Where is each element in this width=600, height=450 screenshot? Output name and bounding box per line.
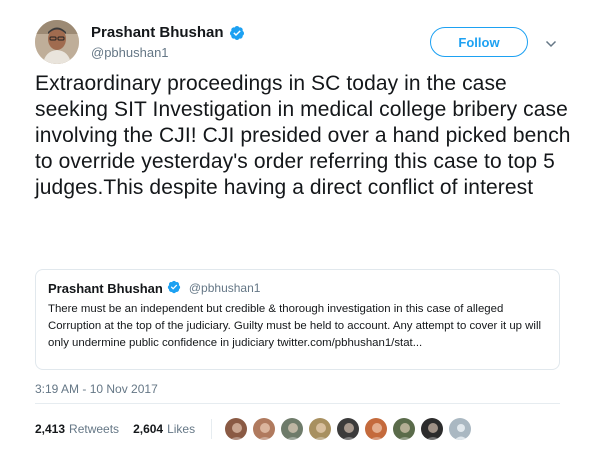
likes-label: Likes bbox=[167, 422, 196, 436]
likes-count: 2,604 bbox=[133, 422, 164, 436]
chevron-down-icon[interactable] bbox=[545, 37, 557, 49]
liker-avatar[interactable] bbox=[224, 417, 249, 441]
avatar[interactable] bbox=[35, 20, 79, 64]
retweets-count: 2,413 bbox=[35, 422, 66, 436]
retweets-stat[interactable]: 2,413 Retweets bbox=[35, 422, 119, 436]
likers-avatars bbox=[224, 417, 473, 441]
liker-avatar[interactable] bbox=[364, 417, 389, 441]
liker-avatar[interactable] bbox=[448, 417, 473, 441]
quoted-tweet[interactable]: Prashant Bhushan @pbhushan1 There must b… bbox=[35, 269, 560, 370]
tweet-card: Prashant Bhushan @pbhushan1 Follow Extra… bbox=[0, 0, 600, 450]
avatar-image bbox=[35, 20, 79, 64]
follow-button[interactable]: Follow bbox=[430, 27, 528, 57]
quoted-author-handle: @pbhushan1 bbox=[188, 281, 261, 295]
liker-avatar[interactable] bbox=[392, 417, 417, 441]
liker-avatar[interactable] bbox=[336, 417, 361, 441]
verified-badge-icon bbox=[229, 25, 245, 41]
divider bbox=[35, 403, 560, 404]
likes-stat[interactable]: 2,604 Likes bbox=[133, 422, 195, 436]
stats-separator bbox=[211, 419, 213, 439]
liker-avatar[interactable] bbox=[280, 417, 305, 441]
retweets-label: Retweets bbox=[69, 422, 120, 436]
quoted-author-name: Prashant Bhushan bbox=[48, 280, 163, 296]
author-handle[interactable]: @pbhushan1 bbox=[91, 45, 245, 60]
liker-avatar[interactable] bbox=[308, 417, 333, 441]
tweet-text: Extraordinary proceedings in SC today in… bbox=[35, 72, 571, 199]
author-info: Prashant Bhushan @pbhushan1 bbox=[91, 24, 245, 60]
tweet-stats: 2,413 Retweets 2,604 Likes bbox=[35, 417, 473, 441]
liker-avatar[interactable] bbox=[420, 417, 445, 441]
tweet-timestamp[interactable]: 3:19 AM - 10 Nov 2017 bbox=[35, 382, 158, 396]
verified-badge-icon bbox=[167, 280, 183, 296]
author-name[interactable]: Prashant Bhushan bbox=[91, 24, 224, 41]
liker-avatar[interactable] bbox=[252, 417, 277, 441]
quoted-tweet-text: There must be an independent but credibl… bbox=[48, 303, 541, 349]
